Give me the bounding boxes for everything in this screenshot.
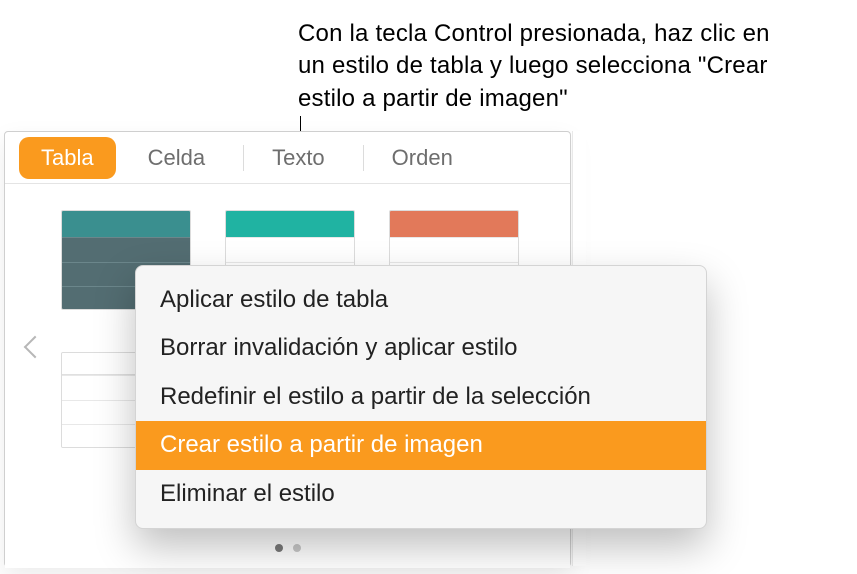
page-dot-2[interactable] <box>293 544 301 552</box>
menu-item-create-from-image[interactable]: Crear estilo a partir de imagen <box>136 421 706 469</box>
tab-tabla[interactable]: Tabla <box>19 137 116 179</box>
previous-styles-page-chevron-icon[interactable] <box>21 339 35 367</box>
callout-text: Con la tecla Control presionada, haz cli… <box>298 18 798 115</box>
inspector-tabs: Tabla Celda Texto Orden <box>5 132 570 184</box>
menu-item-clear-override[interactable]: Borrar invalidación y aplicar estilo <box>136 324 706 372</box>
menu-item-redefine-from-selection[interactable]: Redefinir el estilo a partir de la selec… <box>136 373 706 421</box>
menu-item-delete-style[interactable]: Eliminar el estilo <box>136 470 706 518</box>
tab-celda[interactable]: Celda <box>126 137 227 179</box>
tab-orden[interactable]: Orden <box>370 137 475 179</box>
thumb-header <box>62 211 190 237</box>
thumb-header <box>226 211 354 237</box>
tab-separator <box>363 145 364 171</box>
thumb-header <box>390 211 518 237</box>
tab-texto[interactable]: Texto <box>250 137 347 179</box>
styles-page-dots <box>275 544 301 552</box>
tab-separator <box>243 145 244 171</box>
menu-item-apply-style[interactable]: Aplicar estilo de tabla <box>136 276 706 324</box>
table-style-context-menu: Aplicar estilo de tabla Borrar invalidac… <box>135 265 707 529</box>
page-dot-1[interactable] <box>275 544 283 552</box>
